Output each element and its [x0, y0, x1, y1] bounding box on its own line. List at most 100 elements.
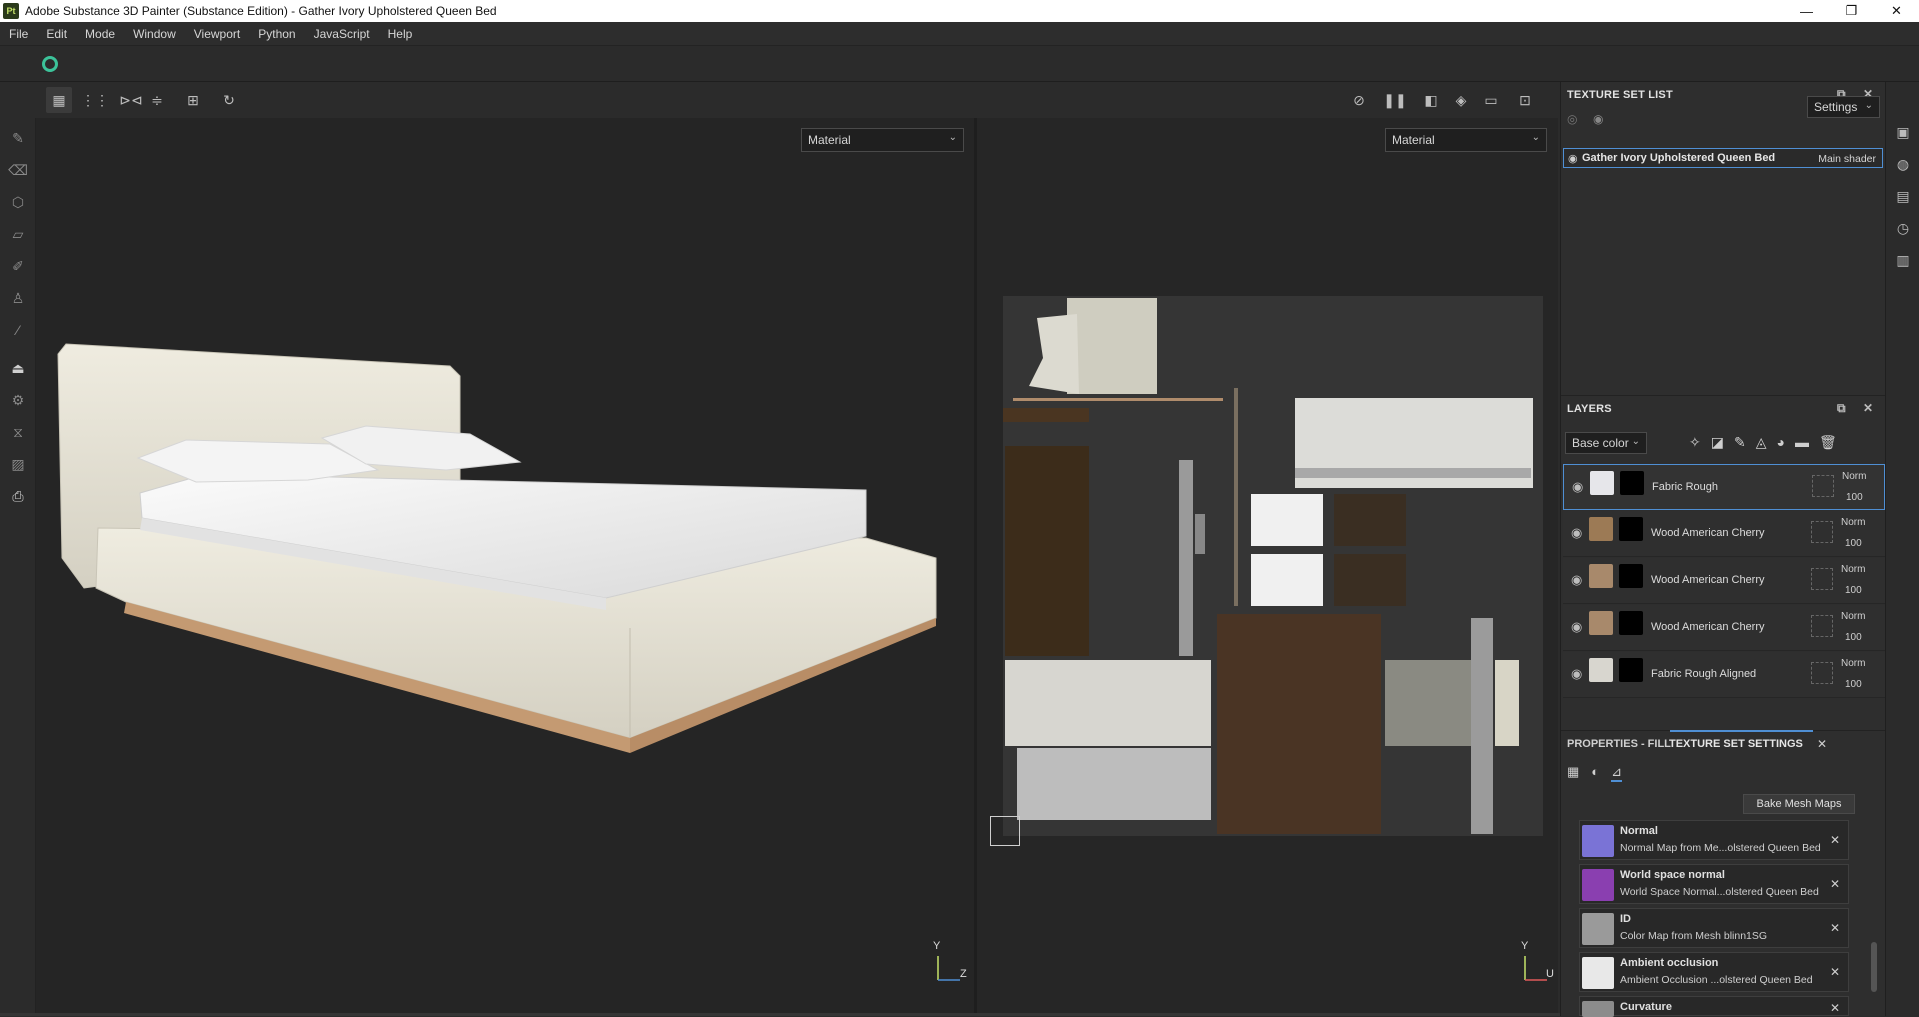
- mesh-map-item[interactable]: Ambient occlusion Ambient Occlusion ...o…: [1579, 952, 1849, 992]
- eye-icon[interactable]: ◉: [1572, 479, 1583, 495]
- remove-map-icon[interactable]: ✕: [1830, 1001, 1840, 1015]
- texture-set-icon[interactable]: ▦: [1567, 764, 1579, 782]
- eye-icon[interactable]: ◉: [1568, 152, 1578, 165]
- layer-mask-thumbnail[interactable]: [1619, 658, 1643, 682]
- bake-mesh-maps-button[interactable]: Bake Mesh Maps: [1743, 794, 1855, 814]
- remove-map-icon[interactable]: ✕: [1830, 921, 1840, 935]
- eye-icon[interactable]: ◉: [1571, 666, 1582, 682]
- viewport-2d[interactable]: Material ⌄ Y U: [977, 118, 1558, 1013]
- blend-icon[interactable]: [1811, 521, 1833, 543]
- export-icon[interactable]: ⎙: [6, 484, 30, 508]
- menu-file[interactable]: File: [0, 27, 37, 41]
- grid-options-icon[interactable]: ⋮⋮: [81, 87, 109, 113]
- hide-ui-icon[interactable]: ⊘: [1346, 87, 1372, 113]
- add-view-icon[interactable]: ⊞: [180, 87, 206, 113]
- texture-set-item[interactable]: ◉ Gather Ivory Upholstered Queen Bed Mai…: [1563, 148, 1883, 168]
- blend-mode[interactable]: Norm: [1841, 564, 1865, 575]
- camera-icon[interactable]: ▭: [1478, 87, 1504, 113]
- mesh-map-item[interactable]: Normal Normal Map from Me...olstered Que…: [1579, 820, 1849, 860]
- display-mode-icon[interactable]: ◈: [1448, 87, 1474, 113]
- eye-icon[interactable]: ◉: [1571, 572, 1582, 588]
- mesh-maps-icon[interactable]: ⊿: [1611, 764, 1623, 782]
- menu-help[interactable]: Help: [379, 27, 422, 41]
- shader-settings-icon[interactable]: ◍: [1893, 154, 1913, 174]
- layer-opacity[interactable]: 100: [1846, 492, 1863, 503]
- eye-icon[interactable]: ◉: [1571, 619, 1582, 635]
- fill-projection-icon[interactable]: ⏏: [6, 356, 30, 380]
- visibility-icon[interactable]: ◉: [1593, 112, 1603, 126]
- layer-row[interactable]: ◉ Wood American Cherry Norm 100: [1563, 605, 1885, 651]
- uv-grid-icon[interactable]: [990, 816, 1020, 846]
- shader-icon[interactable]: ◐: [1591, 764, 1599, 782]
- add-smart-material-icon[interactable]: ◕: [1776, 434, 1784, 451]
- log-icon[interactable]: ▥: [1893, 250, 1913, 270]
- layer-opacity[interactable]: 100: [1845, 632, 1862, 643]
- layer-opacity[interactable]: 100: [1845, 585, 1862, 596]
- blend-icon[interactable]: [1812, 475, 1834, 497]
- pause-icon[interactable]: ❚❚: [1382, 87, 1408, 113]
- blend-mode[interactable]: Norm: [1841, 517, 1865, 528]
- properties-scrollbar[interactable]: [1871, 942, 1877, 992]
- delete-layer-icon[interactable]: 🗑: [1819, 434, 1837, 451]
- texture-set-shader[interactable]: Main shader: [1818, 153, 1876, 165]
- maximize-button[interactable]: ❐: [1829, 0, 1874, 22]
- mesh-map-item[interactable]: ID Color Map from Mesh blinn1SG ✕: [1579, 908, 1849, 948]
- add-paint-layer-icon[interactable]: ✎: [1734, 434, 1746, 451]
- remove-map-icon[interactable]: ✕: [1830, 877, 1840, 891]
- layer-mask-thumbnail[interactable]: [1619, 517, 1643, 541]
- screenshot-icon[interactable]: ⊡: [1512, 87, 1538, 113]
- layer-opacity[interactable]: 100: [1845, 538, 1862, 549]
- color-picker-icon[interactable]: ⁄: [6, 318, 30, 342]
- tab-properties-fill[interactable]: PROPERTIES - FILL: [1567, 738, 1671, 750]
- measure-icon[interactable]: ▨: [6, 452, 30, 476]
- tab-texture-set-settings[interactable]: TEXTURE SET SETTINGS: [1669, 738, 1803, 750]
- menu-python[interactable]: Python: [249, 27, 304, 41]
- layer-row[interactable]: ◉ Wood American Cherry Norm 100: [1563, 558, 1885, 604]
- display-settings-icon[interactable]: ▣: [1893, 122, 1913, 142]
- paint-brush-icon[interactable]: ✎: [6, 126, 30, 150]
- layer-mask-thumbnail[interactable]: [1620, 471, 1644, 495]
- viewport-3d[interactable]: Material ⌄ Y Z: [36, 118, 975, 1013]
- remove-map-icon[interactable]: ✕: [1830, 965, 1840, 979]
- layer-row[interactable]: ◉ Fabric Rough Norm 100: [1563, 464, 1885, 510]
- blend-icon[interactable]: [1811, 568, 1833, 590]
- symmetry-y-icon[interactable]: ≑: [144, 87, 170, 113]
- menu-mode[interactable]: Mode: [76, 27, 124, 41]
- menu-window[interactable]: Window: [124, 27, 185, 41]
- split-view-icon[interactable]: ◧: [1418, 87, 1444, 113]
- bake-icon[interactable]: ⧖: [6, 420, 30, 444]
- history-icon[interactable]: ↻: [216, 87, 242, 113]
- smudge-icon[interactable]: ✐: [6, 254, 30, 278]
- mesh-map-item[interactable]: Curvature ✕: [1579, 996, 1849, 1017]
- eraser-icon[interactable]: ⌫: [6, 158, 30, 182]
- undock-icon[interactable]: ⧉: [1837, 401, 1846, 416]
- layer-row[interactable]: ◉ Wood American Cherry Norm 100: [1563, 511, 1885, 557]
- projection-icon[interactable]: ⬡: [6, 190, 30, 214]
- shelf-icon[interactable]: ▤: [1893, 186, 1913, 206]
- menu-edit[interactable]: Edit: [37, 27, 76, 41]
- blend-mode[interactable]: Norm: [1841, 611, 1865, 622]
- blend-mode[interactable]: Norm: [1841, 658, 1865, 669]
- history-panel-icon[interactable]: ◷: [1893, 218, 1913, 238]
- minimize-button[interactable]: —: [1784, 0, 1829, 22]
- menu-viewport[interactable]: Viewport: [185, 27, 249, 41]
- settings-dropdown[interactable]: Settings ⌄: [1807, 96, 1880, 118]
- close-button[interactable]: ✕: [1874, 0, 1919, 22]
- blend-mode[interactable]: Norm: [1842, 471, 1866, 482]
- blend-icon[interactable]: [1811, 662, 1833, 684]
- geometry-mask-icon[interactable]: ▱: [6, 222, 30, 246]
- add-mask-icon[interactable]: ◪: [1711, 434, 1724, 451]
- add-effect-icon[interactable]: ✧: [1689, 434, 1701, 451]
- layer-mask-thumbnail[interactable]: [1619, 611, 1643, 635]
- menu-javascript[interactable]: JavaScript: [305, 27, 379, 41]
- symmetry-x-icon[interactable]: ⊳⊲: [118, 87, 144, 113]
- eye-icon[interactable]: ◉: [1571, 525, 1582, 541]
- grid-view-icon[interactable]: ▦: [46, 87, 72, 113]
- close-panel-icon[interactable]: ✕: [1863, 401, 1873, 415]
- layer-mask-thumbnail[interactable]: [1619, 564, 1643, 588]
- mesh-map-item[interactable]: World space normal World Space Normal...…: [1579, 864, 1849, 904]
- plugin-logo-icon[interactable]: [42, 56, 58, 72]
- polygon-fill-icon[interactable]: ⚙: [6, 388, 30, 412]
- layer-opacity[interactable]: 100: [1845, 679, 1862, 690]
- layers-channel-dropdown[interactable]: Base color ⌄: [1565, 432, 1647, 454]
